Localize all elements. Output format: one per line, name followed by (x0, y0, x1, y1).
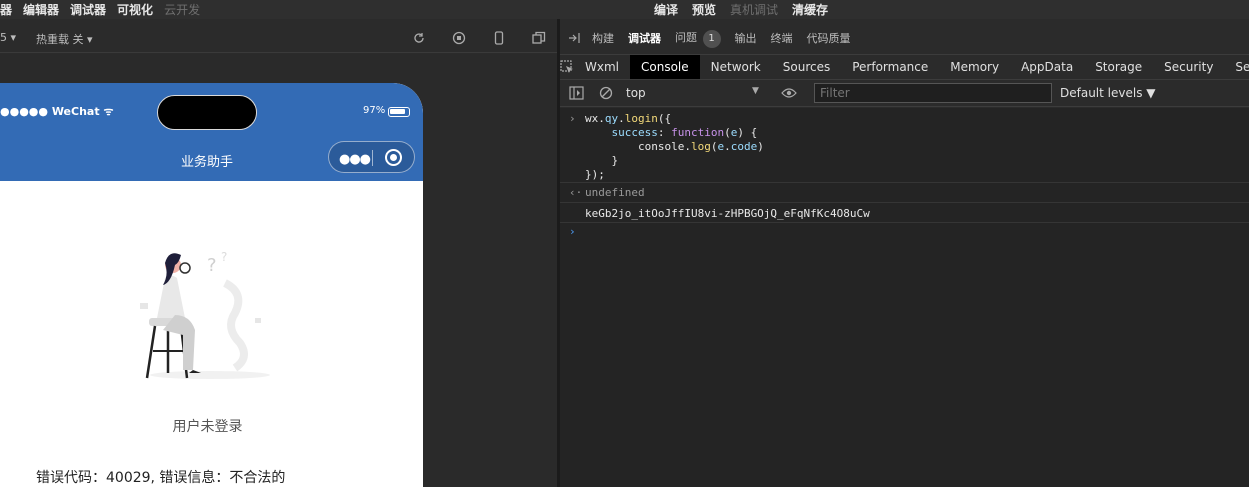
tab-wxml[interactable]: Wxml (574, 55, 630, 79)
log-output[interactable]: keGb2jo_itOoJffIU8vi-zHPBGOjQ_eFqNfKc4O8… (585, 207, 870, 220)
capsule-separator (372, 150, 373, 166)
close-target-icon[interactable] (385, 149, 402, 166)
more-dots-icon[interactable]: ●●● (339, 152, 371, 167)
devtools-tab-code-quality[interactable]: 代码质量 (807, 30, 851, 46)
devtools-tab-issues[interactable]: 问题 1 (675, 29, 721, 48)
console-separator (560, 222, 1249, 223)
menu-item-visualize[interactable]: 可视化 (117, 1, 153, 18)
page-title: 业务助手 (180, 155, 233, 170)
console-separator (560, 182, 1249, 183)
main-menu: 器 编辑器 调试器 可视化 云开发 (0, 1, 211, 18)
tab-appdata[interactable]: AppData (1010, 55, 1084, 79)
filter-input[interactable] (815, 84, 1051, 102)
code-line: } (585, 154, 619, 167)
svg-text:?: ? (207, 255, 217, 276)
preview-button[interactable]: 预览 (692, 1, 716, 18)
scale-dropdown[interactable]: 5 ▾ (0, 31, 16, 44)
result-value: undefined (585, 186, 645, 199)
devtools-tab-debugger[interactable]: 调试器 (628, 30, 661, 46)
inspect-element-icon[interactable] (560, 55, 574, 79)
tab-security[interactable]: Security (1153, 55, 1224, 79)
clear-cache-button[interactable]: 清缓存 (792, 1, 828, 18)
context-dropdown-icon[interactable]: ▼ (752, 86, 759, 96)
tab-sources[interactable]: Sources (772, 55, 841, 79)
menu-capsule: ●●● (328, 141, 415, 173)
clear-console-icon[interactable] (599, 86, 613, 100)
context-selector[interactable]: top (626, 86, 646, 100)
dynamic-island (157, 95, 257, 130)
devtools-tab-build[interactable]: 构建 (592, 30, 614, 46)
input-chevron-icon: › (569, 112, 576, 125)
log-levels-dropdown[interactable]: Default levels ▼ (1060, 86, 1156, 100)
code-line: }); (585, 168, 605, 181)
tab-memory[interactable]: Memory (939, 55, 1010, 79)
console-filter-bar: top ▼ Default levels ▼ (560, 80, 1249, 107)
menu-item-debugger[interactable]: 调试器 (70, 1, 106, 18)
prompt-chevron-icon: › (569, 225, 576, 238)
empty-state-illustration: ? ? (140, 250, 270, 379)
hot-reload-toggle[interactable]: 热重载 关 ▾ (36, 31, 93, 47)
simulator-toolbar: 5 ▾ 热重载 关 ▾ (0, 23, 557, 53)
tab-performance[interactable]: Performance (841, 55, 939, 79)
menu-item-editor[interactable]: 编辑器 (23, 1, 59, 18)
console-output: › wx.qy.login({ success: function(e) { c… (560, 108, 1249, 487)
tab-network[interactable]: Network (700, 55, 772, 79)
sidebar-toggle-icon[interactable] (569, 86, 584, 100)
eye-icon[interactable] (781, 87, 797, 99)
compile-button[interactable]: 编译 (654, 1, 678, 18)
console-separator (560, 202, 1249, 203)
menu-item-cloud[interactable]: 云开发 (164, 1, 200, 18)
tab-console[interactable]: Console (630, 55, 700, 79)
devtools-tab-terminal[interactable]: 终端 (771, 30, 793, 46)
wifi-icon: ᯤ (99, 105, 114, 118)
code-line: success: function(e) { (611, 126, 758, 139)
dock-toggle-icon[interactable] (568, 32, 582, 44)
navigation-bar: ●●●●● WeChat ᯤ 97% 业务助手 ●●● (0, 83, 423, 181)
phone-simulator: ●●●●● WeChat ᯤ 97% 业务助手 ●●● ? ? 用户未登录 错误… (0, 83, 423, 487)
devtools-tab-output[interactable]: 输出 (735, 30, 757, 46)
result-arrow-icon: ‹· (569, 186, 583, 199)
refresh-icon[interactable] (412, 31, 426, 45)
tab-storage[interactable]: Storage (1084, 55, 1153, 79)
window-icon[interactable] (532, 31, 546, 45)
battery-icon (388, 107, 410, 117)
toolbar-actions: 编译 预览 真机调试 清缓存 (654, 1, 842, 18)
battery-percent: 97% (363, 105, 386, 116)
menu-item-tools[interactable]: 器 (0, 1, 12, 18)
devtools-panel-tabs: Wxml Console Network Sources Performance… (560, 54, 1249, 80)
phone-icon[interactable] (492, 31, 506, 45)
code-line: console.log(e.code) (637, 140, 764, 153)
svg-text:?: ? (221, 250, 227, 264)
tab-sensors[interactable]: Ser (1224, 55, 1249, 79)
issues-count-badge: 1 (702, 29, 721, 48)
stop-icon[interactable] (452, 31, 466, 45)
code-line: wx.qy.login({ (585, 112, 672, 125)
top-menu-bar: 器 编辑器 调试器 可视化 云开发 编译 预览 真机调试 清缓存 (0, 0, 1249, 19)
filter-input-box (814, 83, 1052, 103)
devtools-top-bar: 构建 调试器 问题 1 输出 终端 代码质量 (560, 23, 1249, 53)
empty-state-message: 用户未登录 (172, 419, 243, 435)
error-message: 错误代码：40029, 错误信息：不合法的 (36, 470, 286, 486)
carrier-status: ●●●●● WeChat ᯤ (0, 105, 114, 118)
remote-debug-button[interactable]: 真机调试 (730, 1, 778, 18)
